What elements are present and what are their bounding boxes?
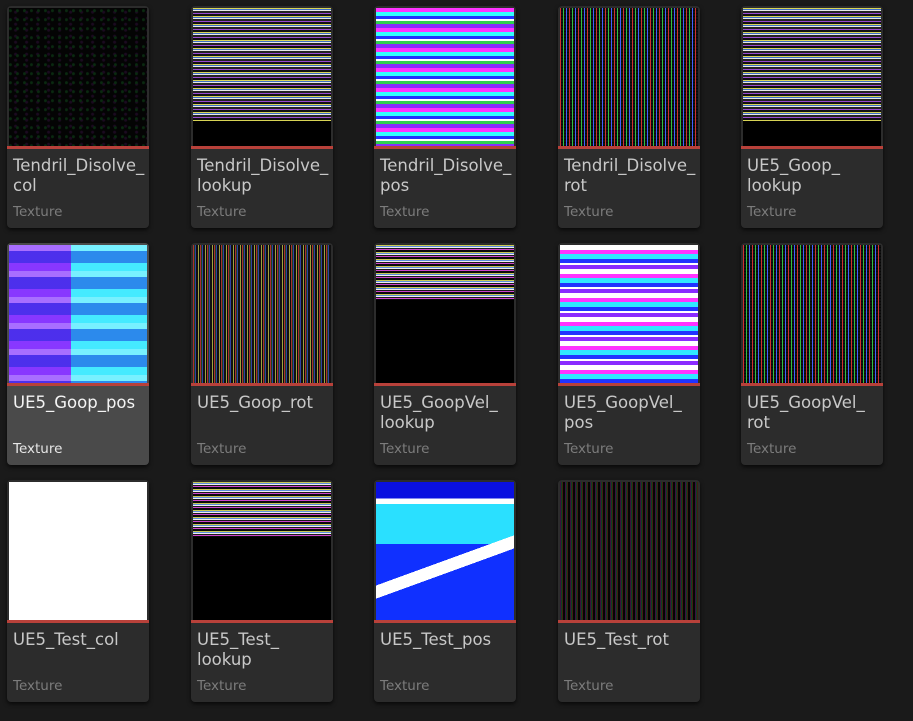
thumbnail-overlay: [9, 245, 147, 383]
asset-type-color-bar: [741, 146, 883, 149]
asset-type-label: Texture: [197, 441, 247, 457]
asset-type-label: Texture: [197, 678, 247, 694]
asset-type-label: Texture: [564, 441, 614, 457]
asset-tile[interactable]: UE5_Test_pos Texture: [374, 480, 516, 702]
asset-tile[interactable]: UE5_GoopVel_ rot Texture: [741, 243, 883, 465]
asset-type-label: Texture: [564, 204, 614, 220]
asset-tile[interactable]: UE5_Test_ lookup Texture: [191, 480, 333, 702]
asset-name: Tendril_Disolve_ lookup: [197, 156, 329, 195]
asset-grid: Tendril_Disolve_ col Texture Tendril_Disolv…: [0, 0, 913, 721]
asset-name: Tendril_Disolve_ col: [13, 156, 145, 195]
asset-thumbnail: [560, 245, 698, 383]
asset-name: UE5_Goop_ lookup: [747, 156, 840, 195]
asset-thumbnail: [9, 8, 147, 146]
asset-thumbnail: [560, 8, 698, 146]
asset-name: UE5_Test_ lookup: [197, 630, 279, 669]
asset-name: UE5_Test_col: [13, 630, 119, 649]
asset-tile[interactable]: Tendril_Disolve_ col Texture: [7, 6, 149, 228]
asset-type-color-bar: [741, 383, 883, 386]
asset-name: Tendril_Disolve_ pos: [380, 156, 512, 195]
asset-tile[interactable]: Tendril_Disolve_ rot Texture: [558, 6, 700, 228]
asset-tile[interactable]: UE5_Goop_ lookup Texture: [741, 6, 883, 228]
asset-type-color-bar: [558, 146, 700, 149]
asset-type-color-bar: [7, 146, 149, 149]
asset-thumbnail: [376, 245, 514, 383]
asset-type-color-bar: [558, 620, 700, 623]
asset-name: UE5_GoopVel_ lookup: [380, 393, 498, 432]
asset-name: UE5_Test_pos: [380, 630, 492, 649]
asset-type-label: Texture: [380, 204, 430, 220]
asset-thumbnail: [9, 245, 147, 383]
asset-thumbnail: [743, 245, 881, 383]
asset-thumbnail: [9, 482, 147, 620]
asset-name: Tendril_Disolve_ rot: [564, 156, 696, 195]
asset-thumbnail: [193, 482, 331, 620]
asset-type-label: Texture: [747, 204, 797, 220]
asset-tile[interactable]: UE5_Goop_rot Texture: [191, 243, 333, 465]
asset-thumbnail: [743, 8, 881, 146]
asset-type-color-bar: [374, 146, 516, 149]
asset-tile[interactable]: Tendril_Disolve_ lookup Texture: [191, 6, 333, 228]
asset-name: UE5_Goop_rot: [197, 393, 313, 412]
asset-type-label: Texture: [564, 678, 614, 694]
asset-type-label: Texture: [380, 441, 430, 457]
asset-type-color-bar: [558, 383, 700, 386]
asset-tile[interactable]: UE5_Goop_pos Texture: [7, 243, 149, 465]
asset-thumbnail: [193, 245, 331, 383]
asset-type-color-bar: [7, 620, 149, 623]
asset-tile[interactable]: UE5_Test_col Texture: [7, 480, 149, 702]
asset-thumbnail: [376, 482, 514, 620]
asset-type-label: Texture: [13, 678, 63, 694]
asset-tile[interactable]: UE5_GoopVel_ pos Texture: [558, 243, 700, 465]
asset-type-color-bar: [374, 383, 516, 386]
asset-tile[interactable]: Tendril_Disolve_ pos Texture: [374, 6, 516, 228]
asset-thumbnail: [560, 482, 698, 620]
asset-type-label: Texture: [197, 204, 247, 220]
asset-type-color-bar: [191, 620, 333, 623]
asset-type-color-bar: [191, 146, 333, 149]
asset-type-label: Texture: [13, 204, 63, 220]
asset-thumbnail: [376, 8, 514, 146]
asset-type-label: Texture: [13, 441, 63, 457]
asset-name: UE5_Goop_pos: [13, 393, 136, 412]
asset-tile[interactable]: UE5_Test_rot Texture: [558, 480, 700, 702]
asset-type-color-bar: [374, 620, 516, 623]
asset-type-color-bar: [7, 383, 149, 386]
asset-type-color-bar: [191, 383, 333, 386]
asset-name: UE5_GoopVel_ rot: [747, 393, 865, 432]
asset-name: UE5_GoopVel_ pos: [564, 393, 682, 432]
asset-type-label: Texture: [380, 678, 430, 694]
asset-thumbnail: [193, 8, 331, 146]
asset-name: UE5_Test_rot: [564, 630, 669, 649]
asset-type-label: Texture: [747, 441, 797, 457]
asset-tile[interactable]: UE5_GoopVel_ lookup Texture: [374, 243, 516, 465]
